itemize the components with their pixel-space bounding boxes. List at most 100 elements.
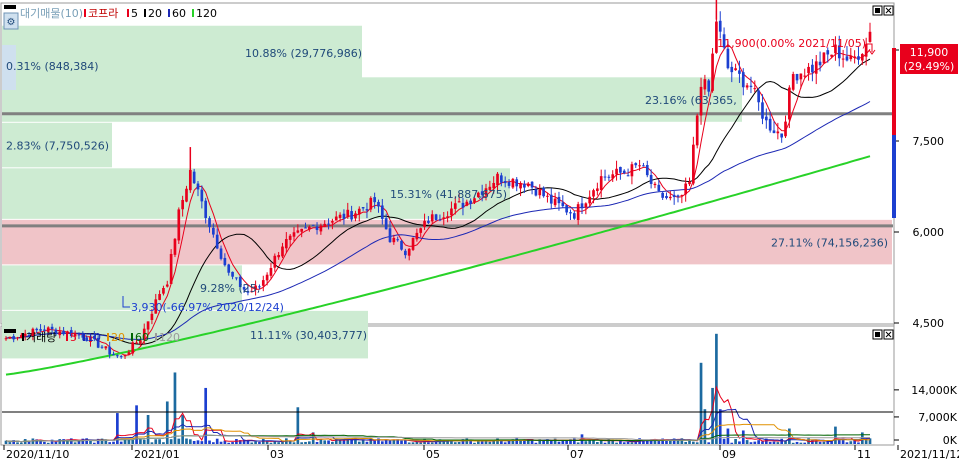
volume-bar: [818, 441, 822, 444]
volume-bar: [596, 442, 599, 444]
candle: [607, 174, 611, 181]
stock-chart-canvas[interactable]: 10.88% (29,776,986) 23.16% (63,365, 2.83% …: [0, 0, 959, 464]
candle: [653, 181, 657, 189]
volume-bar: [857, 442, 860, 444]
candle: [757, 87, 760, 111]
volume-bar: [265, 441, 269, 444]
volume-bar: [89, 440, 92, 444]
candle: [788, 85, 791, 129]
candle: [273, 253, 277, 272]
window-restore-icon[interactable]: [872, 5, 883, 16]
legend-series-코프라[interactable]: 코프라: [88, 7, 118, 20]
candle: [311, 224, 315, 226]
volume-bar: [231, 442, 234, 444]
vol-legend-swatch: [155, 333, 157, 341]
y-tick-label: 7,500: [913, 135, 945, 148]
vol-legend-거래량[interactable]: 거래량: [26, 331, 56, 344]
vol-legend-5[interactable]: 5: [70, 331, 77, 344]
volume-bar: [112, 441, 115, 444]
volume-bar: [692, 441, 695, 444]
volume-bar: [288, 441, 292, 444]
volume-bar: [557, 441, 561, 444]
volume-bar: [473, 442, 476, 444]
candle: [530, 181, 534, 195]
legend-swatch: [127, 9, 129, 17]
volume-corner-square-icon[interactable]: [4, 329, 16, 333]
legend-series-20[interactable]: 20: [148, 7, 162, 20]
volume-bar: [269, 442, 273, 444]
legend-series-5[interactable]: 5: [131, 7, 138, 20]
volume-bar: [457, 442, 461, 444]
volume-bar: [308, 441, 311, 444]
volume-bar: [707, 442, 711, 444]
volume-bar: [150, 442, 154, 444]
volume-bar: [162, 442, 165, 444]
volume-bar: [227, 442, 231, 444]
volume-bar: [404, 440, 407, 444]
candle: [764, 108, 768, 129]
volume-bar: [85, 438, 88, 444]
volume-bar: [745, 440, 749, 444]
legend-indicator-title[interactable]: 대기매물(10): [20, 7, 83, 20]
legend-series-120[interactable]: 120: [196, 7, 217, 20]
candle: [695, 113, 699, 149]
last-price-pct: (29.49%): [904, 60, 955, 73]
volume-bar: [215, 438, 219, 444]
volume-bar: [726, 428, 730, 444]
candle: [204, 197, 208, 224]
candle: [791, 71, 795, 92]
volume-window-close-icon[interactable]: [883, 329, 894, 340]
candle: [814, 55, 818, 85]
vol-legend-20[interactable]: 20: [111, 331, 125, 344]
legend-series-60[interactable]: 60: [172, 7, 186, 20]
candle: [634, 162, 638, 168]
candle: [807, 63, 810, 81]
volume-bar: [841, 439, 845, 444]
candle: [795, 73, 799, 84]
volume-bar: [315, 441, 319, 444]
candle: [853, 50, 856, 64]
volume-bar: [373, 440, 376, 444]
volume-bar: [177, 438, 181, 444]
volume-bar: [327, 440, 330, 444]
candle: [8, 336, 12, 339]
volume-bar: [849, 441, 853, 444]
volume-bar: [711, 387, 714, 444]
volume-window-restore-icon[interactable]: [872, 329, 883, 340]
volume-bar: [154, 439, 158, 444]
volume-bar: [8, 442, 12, 444]
vol-legend-10[interactable]: 10: [87, 331, 101, 344]
window-close-icon[interactable]: [883, 5, 894, 16]
candle: [692, 136, 695, 186]
candle: [718, 11, 722, 39]
corner-square-icon[interactable]: [4, 5, 16, 9]
vol-legend-120[interactable]: 120: [159, 331, 180, 344]
y-tick-label: 4,500: [913, 317, 945, 330]
volume-bar: [16, 442, 19, 444]
volume-bar: [630, 442, 634, 444]
volume-bar: [43, 441, 46, 444]
candle: [596, 182, 599, 196]
volume-bar: [258, 442, 261, 444]
vol-legend-60[interactable]: 60: [135, 331, 149, 344]
candle: [434, 213, 438, 221]
volume-bar: [39, 441, 42, 444]
candle: [784, 115, 787, 138]
volume-bar: [407, 442, 411, 444]
vol-legend-swatch: [22, 333, 24, 341]
candle: [615, 160, 618, 181]
volume-bar: [822, 441, 826, 444]
candle: [676, 194, 680, 203]
x-axis: 2020/11/10 2021/01 03 05 07 09 11 2021/11/12: [3, 445, 959, 461]
x-tick-label: 07: [570, 448, 584, 461]
candle: [711, 47, 714, 93]
candle: [811, 59, 814, 82]
vol-y-tick-label: 7,000K: [918, 411, 957, 424]
volume-bar: [173, 372, 177, 444]
volume-bar: [768, 441, 772, 444]
x-tick-label: 05: [426, 448, 440, 461]
vol-legend-swatch: [107, 333, 109, 341]
volume-bar: [142, 439, 146, 444]
chart-window: 10.88% (29,776,986) 23.16% (63,365, 2.83% …: [0, 0, 959, 464]
volume-bar: [788, 428, 791, 444]
